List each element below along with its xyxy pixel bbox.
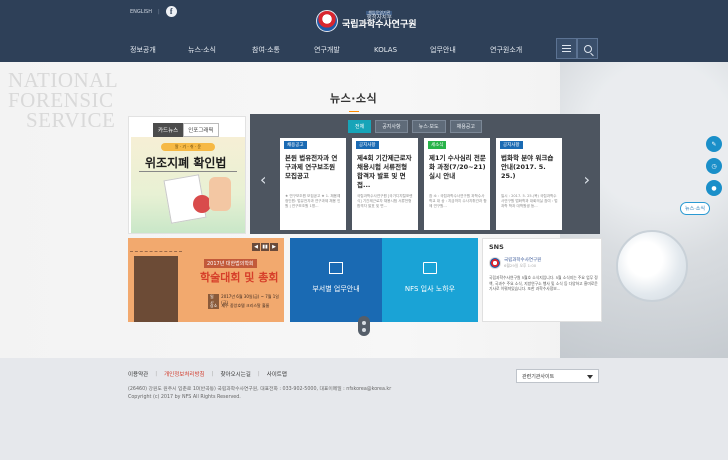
sns-panel: SNS 국립과학수사연구원 6월29일 오후 1:00 국립과학수사연구원 5월… — [482, 238, 602, 322]
news-card[interactable]: 공지사항 법화학 분야 워크숍 안내(2017. 5. 25.) 일시 : 20… — [496, 138, 562, 230]
footer-link-privacy[interactable]: 개인정보처리방침 — [164, 370, 204, 378]
sns-time: 6월29일 오후 1:00 — [504, 263, 537, 268]
flask-image — [616, 230, 688, 302]
utility-links: ENGLISH | f — [130, 6, 177, 17]
pencil-icon[interactable]: ✎ — [706, 136, 722, 152]
prev-arrow-icon[interactable]: ‹ — [260, 172, 266, 188]
hand-illustration — [209, 177, 231, 211]
nav-item-info-disclosure[interactable]: 정보공개 — [130, 45, 156, 55]
main-visual: NATIONAL FORENSIC SERVICE 뉴스·소식 카드뉴스 인포그… — [0, 62, 728, 358]
footer-link-directions[interactable]: 찾아오시는길 — [220, 370, 250, 378]
nav-item-kolas[interactable]: KOLAS — [374, 46, 397, 54]
department-guide-button[interactable]: 부서별 업무안내 — [290, 238, 382, 322]
tab-press[interactable]: 뉴스·보도 — [411, 120, 446, 133]
scroll-indicator[interactable] — [358, 316, 370, 336]
footer-links: 이용약관 | 개인정보처리방침 | 찾아오시는길 | 사이트맵 — [128, 370, 287, 378]
event-title: 학술대회 및 총회 — [200, 271, 279, 284]
footer-link-sitemap[interactable]: 사이트맵 — [267, 370, 287, 378]
quick-menu-label[interactable]: 뉴스·소식 — [680, 202, 710, 215]
header-tools — [556, 38, 598, 59]
sns-account[interactable]: 국립과학수사연구원 6월29일 오후 1:00 — [489, 257, 541, 269]
facebook-icon[interactable]: f — [165, 6, 177, 17]
news-title: 제4회 기간제근로자 채용시험 서류전형 합격자 발표 및 면접... — [357, 154, 412, 189]
footer-link-terms[interactable]: 이용약관 — [128, 370, 148, 378]
news-tag: 공지사항 — [500, 141, 523, 149]
career-knowhow-label: NFS 입사 노하우 — [404, 285, 456, 293]
nav-item-business[interactable]: 업무안내 — [430, 45, 456, 55]
podium-illustration — [134, 256, 178, 322]
tab-notice[interactable]: 공지사항 — [375, 120, 408, 133]
news-card[interactable]: 공지사항 제4회 기간제근로자 채용시험 서류전형 합격자 발표 및 면접...… — [352, 138, 418, 230]
government-emblem-icon — [316, 10, 338, 32]
background-watermark-text: NATIONAL FORENSIC SERVICE — [8, 68, 119, 132]
event-subtitle: 2017년 대한법의학회 — [204, 259, 257, 268]
footer-address: (26460) 강원도 원주시 입춘로 10(반곡동) 국립과학수사연구원, 대… — [128, 387, 392, 400]
news-desc: 참 소 : 국립과학수사연구원 과학수사학교 대 상 : 지금까지 수사지휘관과… — [429, 194, 487, 209]
avatar — [489, 257, 501, 269]
bulb-icon[interactable]: ● — [706, 180, 722, 196]
news-slider: 전체 공지사항 뉴스·보도 채용공고 ‹ › 채용공고 본원 법유전자과 연구과… — [250, 114, 600, 234]
menu-button[interactable] — [556, 38, 577, 59]
nav-item-about[interactable]: 연구원소개 — [490, 45, 522, 55]
monitor-icon — [329, 262, 343, 274]
tab-all[interactable]: 전체 — [348, 120, 372, 133]
search-icon — [583, 44, 592, 53]
news-desc: 일시 : 2017. 5. 25.(목) 국립과학수사연구원 법화학과 대회의실… — [501, 194, 558, 209]
banner-next-button[interactable]: ▶ — [270, 243, 278, 251]
clock-icon[interactable]: ◷ — [706, 158, 722, 174]
news-card[interactable]: 세소식 제1기 수사심리 전문화 과정(7/20~21) 실시 안내 참 소 :… — [424, 138, 490, 230]
event-place: 장소 제주 중앙호텔 크리스탈 홀룸 — [208, 303, 270, 309]
news-tabs: 전체 공지사항 뉴스·보도 채용공고 — [348, 120, 483, 133]
career-knowhow-button[interactable]: NFS 입사 노하우 — [382, 238, 478, 322]
cardnews-pill: 알 · 기 · 쉬 · 운 — [161, 143, 215, 151]
sns-post-body[interactable]: 국립과학수사연구원 5월호 소식지입니다. 5월 소식지는 주요 업무 정책, … — [489, 275, 599, 292]
news-tag: 공지사항 — [356, 141, 379, 149]
nav-item-research[interactable]: 연구개발 — [314, 45, 340, 55]
english-link[interactable]: ENGLISH — [130, 9, 152, 15]
hamburger-icon — [562, 45, 571, 52]
cardnews-image[interactable]: 알 · 기 · 쉬 · 운 위조지폐 확인법 — [131, 137, 245, 233]
related-site-select[interactable]: 관련기관사이트 — [516, 369, 599, 383]
tab-recruit[interactable]: 채용공고 — [449, 120, 483, 133]
news-tag: 세소식 — [428, 141, 447, 149]
logo-name: 국립과학수사연구원 — [342, 20, 417, 31]
news-card[interactable]: 채용공고 본원 법유전자과 연구과제 연구보조원 모집공고 ★ 연구보조원 모집… — [280, 138, 346, 230]
next-arrow-icon[interactable]: › — [584, 172, 590, 188]
news-title: 법화학 분야 워크숍 안내(2017. 5. 25.) — [501, 154, 554, 180]
tab-infographic[interactable]: 인포그래픽 — [183, 123, 219, 137]
audience-illustration — [130, 242, 182, 252]
news-title: 본원 법유전자과 연구과제 연구보조원 모집공고 — [285, 154, 338, 180]
tab-cardnews[interactable]: 카드뉴스 — [153, 123, 184, 137]
banner-controls: ◀ ▮▮ ▶ — [252, 243, 278, 251]
section-title: 뉴스·소식 — [330, 92, 378, 112]
nav-item-news[interactable]: 뉴스·소식 — [188, 45, 216, 55]
news-desc: 국립과학수사연구원 [국가디지털포렌식] 기간제근로자 채용시험 서류전형 합격… — [357, 194, 413, 209]
banner-prev-button[interactable]: ◀ — [252, 243, 260, 251]
site-header: ENGLISH | f 책임운영기관 행정자치부 국립과학수사연구원 정보공개 … — [0, 0, 728, 62]
cardnews-headline: 위조지폐 확인법 — [145, 156, 227, 170]
news-desc: ★ 연구보조원 모집공고 ★ 1. 채용예정인원: 법유전자과 연구과제 채용 … — [285, 194, 341, 209]
quick-menu: ✎ ◷ ● — [706, 136, 722, 196]
site-footer: 이용약관 | 개인정보처리방침 | 찾아오시는길 | 사이트맵 (26460) … — [0, 358, 728, 460]
banner-pause-button[interactable]: ▮▮ — [261, 243, 269, 251]
cardnews-tabs: 카드뉴스 인포그래픽 — [153, 123, 219, 137]
document-icon — [423, 262, 437, 274]
event-banner[interactable]: ◀ ▮▮ ▶ 2017년 대한법의학회 학술대회 및 총회 일시 2017년 6… — [128, 238, 284, 322]
nav-item-participation[interactable]: 참여·소통 — [252, 45, 280, 55]
search-button[interactable] — [577, 38, 598, 59]
site-logo[interactable]: 책임운영기관 행정자치부 국립과학수사연구원 — [316, 10, 417, 32]
department-guide-label: 부서별 업무안내 — [312, 285, 360, 293]
news-title: 제1기 수사심리 전문화 과정(7/20~21) 실시 안내 — [429, 154, 486, 180]
cardnews-panel: 카드뉴스 인포그래픽 알 · 기 · 쉬 · 운 위조지폐 확인법 — [128, 116, 246, 234]
sns-heading: SNS — [489, 243, 504, 251]
news-tag: 채용공고 — [284, 141, 307, 149]
